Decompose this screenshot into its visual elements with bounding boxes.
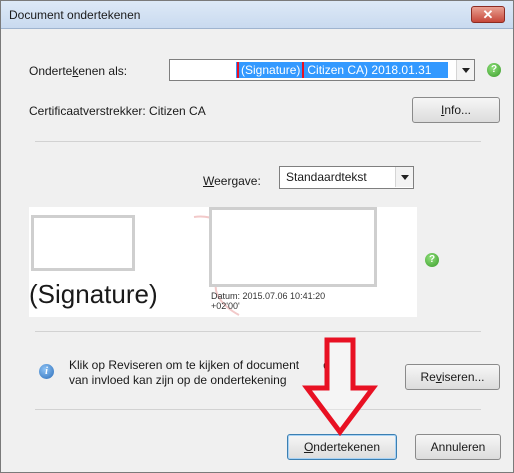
signature-text: (Signature) xyxy=(29,279,158,309)
separator xyxy=(35,409,481,410)
signature-info-placeholder xyxy=(209,207,377,287)
signer-dropdown[interactable]: (Signature) Citizen CA) 2018.01.31 xyxy=(169,59,475,81)
help-icon[interactable]: ? xyxy=(487,63,501,77)
red-arrow-annotation xyxy=(302,337,378,436)
review-message: Klik op Reviseren om te kijken of docume… xyxy=(69,358,330,387)
separator xyxy=(35,331,481,332)
separator xyxy=(35,141,481,142)
signature-highlight: (Signature) xyxy=(236,62,305,78)
sign-document-dialog: Document ondertekenen ✕ Ondertekenen als… xyxy=(0,0,514,473)
chevron-down-icon[interactable] xyxy=(456,60,474,80)
title-bar: Document ondertekenen ✕ xyxy=(1,1,513,29)
signature-timezone-line: +02'00' xyxy=(211,301,240,311)
close-icon: ✕ xyxy=(482,7,494,22)
signer-label: Ondertekenen als: xyxy=(29,64,128,78)
signer-selected-value: (Signature) Citizen CA) 2018.01.31 xyxy=(236,62,448,78)
sign-button[interactable]: Ondertekenen xyxy=(287,434,397,460)
reviseren-button[interactable]: Reviseren... xyxy=(405,364,500,390)
chevron-down-icon[interactable] xyxy=(395,167,413,187)
signature-date-line: Datum: 2015.07.06 10:41:20 xyxy=(211,291,326,301)
help-icon[interactable]: ? xyxy=(425,253,439,267)
appearance-label: Weergave: xyxy=(203,174,261,188)
certificate-issuer: Certificaatverstrekker: Citizen CA xyxy=(29,104,206,118)
info-icon: i xyxy=(39,364,54,379)
appearance-dropdown[interactable]: Standaardtekst xyxy=(279,166,414,189)
cancel-button[interactable]: Annuleren xyxy=(415,434,501,460)
appearance-selected: Standaardtekst xyxy=(286,170,367,184)
signer-cert-text: Citizen CA) 2018.01.31 xyxy=(307,63,432,77)
close-button[interactable]: ✕ xyxy=(471,6,505,23)
signature-image-placeholder xyxy=(31,215,135,271)
dialog-title: Document ondertekenen xyxy=(9,8,141,22)
signature-date: Datum: 2015.07.06 10:41:20 +02'00' xyxy=(211,291,325,311)
signature-preview: (Signature) Datum: 2015.07.06 10:41:20 +… xyxy=(29,207,417,317)
info-button[interactable]: Info... xyxy=(412,97,500,123)
